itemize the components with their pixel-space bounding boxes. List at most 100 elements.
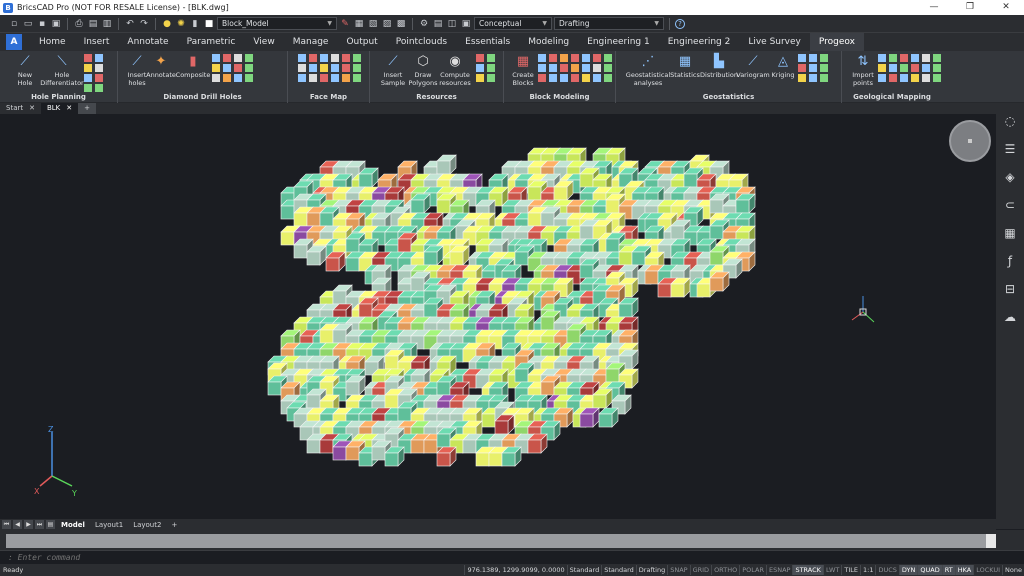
tool-icon[interactable] [223,54,231,62]
tool-icon[interactable] [234,74,242,82]
layer-sun-icon[interactable]: ✺ [175,18,187,30]
checkbox-icon[interactable] [487,74,495,82]
tool-icon[interactable] [309,74,317,82]
tool-icon[interactable] [922,64,930,72]
tool-icon[interactable] [223,64,231,72]
properties-sliders-icon[interactable]: ☰ [1002,141,1018,157]
tool-icon[interactable] [798,74,806,82]
tool-icon[interactable] [84,84,92,92]
status-item-ducs[interactable]: DUCS [875,565,898,575]
checkbox-icon[interactable] [245,64,253,72]
tool-icon[interactable] [95,64,103,72]
command-history-area[interactable] [6,534,996,548]
tool-icon[interactable] [922,54,930,62]
application-menu-button[interactable]: A [6,34,22,50]
geostatistical-analyses-button[interactable]: ⋰ Geostatistical analyses [624,53,672,87]
add-layout-button[interactable]: + [167,521,181,529]
prev-layout-button[interactable]: ◀ [13,520,22,529]
layout-list-button[interactable]: ▤ [46,520,55,529]
create-blocks-button[interactable]: ▦ Create Blocks [506,53,540,87]
tab-essentials[interactable]: Essentials [456,33,519,51]
tab-parametric[interactable]: Parametric [178,33,245,51]
tab-modeling[interactable]: Modeling [519,33,578,51]
tool-icon[interactable] [84,74,92,82]
status-item-tile[interactable]: TILE [841,565,860,575]
tool-icon[interactable] [342,74,350,82]
status-item-1-1[interactable]: 1:1 [860,565,875,575]
tab-view[interactable]: View [244,33,283,51]
tool-icon[interactable] [320,74,328,82]
tool-icon[interactable] [309,64,317,72]
tool-icon[interactable] [95,74,103,82]
tool-icon[interactable] [878,54,886,62]
layer-previous-icon[interactable]: ▦ [353,18,365,30]
checkbox-icon[interactable] [245,74,253,82]
insert-sample-button[interactable]: ⟋ Insert Sample [376,53,410,87]
visual-style-combo[interactable]: Conceptual ▼ [474,17,552,30]
attachments-clip-icon[interactable]: ⊂ [1002,197,1018,213]
tool-icon[interactable] [538,54,546,62]
tool-icon[interactable] [331,54,339,62]
command-history-scrollbar[interactable] [986,534,996,548]
new-hole-button[interactable]: ⟋ New Hole [8,53,42,87]
status-item-grid[interactable]: GRID [689,565,711,575]
layer-isolate-icon[interactable]: ▧ [367,18,379,30]
tool-icon[interactable] [84,54,92,62]
tool-icon[interactable] [476,54,484,62]
checkbox-icon[interactable] [604,64,612,72]
cloud-upload-icon[interactable]: ☁ [1002,309,1018,325]
parameters-fx-icon[interactable]: ƒ [1002,253,1018,269]
tool-icon[interactable] [571,64,579,72]
tab-home[interactable]: Home [30,33,75,51]
tool-icon[interactable] [331,74,339,82]
layout-tab-layout1[interactable]: Layout1 [91,521,127,529]
kriging-button[interactable]: ◬ Kriging [766,53,800,79]
draw-order-icon[interactable]: ▣ [460,18,472,30]
status-item-standard[interactable]: Standard [601,565,636,575]
draw-polygons-button[interactable]: ⬡ Draw Polygons [406,53,440,87]
checkbox-icon[interactable] [933,64,941,72]
tool-icon[interactable] [549,74,557,82]
composite-button[interactable]: ▮ Composite [176,53,211,79]
command-input[interactable] [8,553,608,562]
layout-tab-model[interactable]: Model [57,521,89,529]
layout-tab-layout2[interactable]: Layout2 [129,521,165,529]
tool-icon[interactable] [476,64,484,72]
maximize-button[interactable]: ❐ [952,0,988,15]
properties-icon[interactable]: ⚙ [418,18,430,30]
tool-icon[interactable] [809,64,817,72]
status-item-rt[interactable]: RT [941,565,955,575]
tool-icon[interactable] [889,74,897,82]
workspace-combo[interactable]: Drafting ▼ [554,17,664,30]
tool-icon[interactable] [234,64,242,72]
print-preview-icon[interactable]: ▤ [87,18,99,30]
tool-icon[interactable] [298,54,306,62]
tool-icon[interactable] [331,64,339,72]
statistics-button[interactable]: ▦ Statistics [668,53,702,79]
tool-icon[interactable] [582,74,590,82]
tool-icon[interactable] [320,54,328,62]
tab-output[interactable]: Output [337,33,386,51]
tool-icon[interactable] [342,64,350,72]
checkbox-icon[interactable] [245,54,253,62]
tool-icon[interactable] [538,64,546,72]
tab-engineering-1[interactable]: Engineering 1 [578,33,659,51]
coordinates-readout[interactable]: 976.1389, 1299.9099, 0.0000 [464,565,566,575]
status-item-polar[interactable]: POLAR [739,565,766,575]
match-properties-icon[interactable]: ✎ [339,18,351,30]
tool-icon[interactable] [309,54,317,62]
checkbox-icon[interactable] [604,74,612,82]
view-navigation-wheel[interactable] [949,120,991,162]
layer-bulb-icon[interactable]: ● [161,18,173,30]
import-points-button[interactable]: ⇅ Import points [846,53,880,87]
checkbox-icon[interactable] [353,54,361,62]
tool-icon[interactable] [889,64,897,72]
tool-icon[interactable] [342,54,350,62]
tool-icon[interactable] [212,54,220,62]
variogram-button[interactable]: ⟋ Variogram [736,53,770,79]
layer-lock-icon[interactable]: ▮ [189,18,201,30]
tool-icon[interactable] [560,54,568,62]
tool-icon[interactable] [223,74,231,82]
tool-icon[interactable] [582,64,590,72]
tool-icon[interactable] [571,54,579,62]
